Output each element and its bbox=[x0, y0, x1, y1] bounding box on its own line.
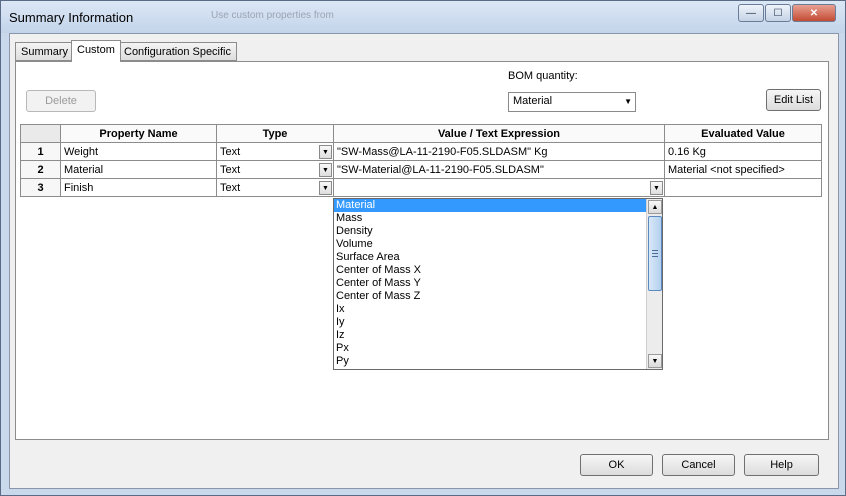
dropdown-option[interactable]: Surface Area bbox=[334, 251, 646, 264]
row-number[interactable]: 2 bbox=[20, 160, 61, 179]
custom-properties-table: Property Name Type Value / Text Expressi… bbox=[20, 124, 822, 197]
evaluated-value-cell: Material <not specified> bbox=[664, 160, 822, 179]
type-cell[interactable]: Text ▼ bbox=[216, 142, 334, 161]
table-header-row: Property Name Type Value / Text Expressi… bbox=[20, 124, 822, 143]
value-cell[interactable]: "SW-Mass@LA-11-2190-F05.SLDASM" Kg bbox=[333, 142, 665, 161]
maximize-button[interactable]: ☐ bbox=[765, 4, 791, 22]
scroll-down-button[interactable]: ▼ bbox=[648, 354, 662, 368]
grip-line bbox=[652, 256, 658, 257]
edit-list-button[interactable]: Edit List bbox=[766, 89, 821, 111]
type-value: Text bbox=[220, 145, 241, 158]
property-name-cell[interactable]: Material bbox=[60, 160, 217, 179]
tab-summary-label: Summary bbox=[21, 46, 69, 58]
type-cell[interactable]: Text ▼ bbox=[216, 160, 334, 179]
evaluated-value-cell: 0.16 Kg bbox=[664, 142, 822, 161]
cancel-button[interactable]: Cancel bbox=[662, 454, 735, 476]
column-header-type[interactable]: Type bbox=[216, 124, 334, 143]
value-cell[interactable]: "SW-Material@LA-11-2190-F05.SLDASM" bbox=[333, 160, 665, 179]
summary-information-window: Summary Information Use custom propertie… bbox=[0, 0, 846, 496]
chevron-down-icon[interactable]: ▼ bbox=[319, 163, 332, 177]
chevron-up-icon: ▲ bbox=[651, 203, 659, 211]
dropdown-option[interactable]: Ix bbox=[334, 303, 646, 316]
dropdown-options: Material Mass Density Volume Surface Area Cen… bbox=[334, 199, 646, 368]
cancel-button-label: Cancel bbox=[681, 459, 716, 471]
close-button[interactable]: ✕ bbox=[792, 4, 836, 22]
tab-custom-label: Custom bbox=[77, 44, 115, 56]
row-number[interactable]: 3 bbox=[20, 178, 61, 197]
type-value: Text bbox=[220, 181, 241, 194]
help-button[interactable]: Help bbox=[744, 454, 819, 476]
type-value: Text bbox=[220, 163, 241, 176]
title-bar[interactable]: Summary Information Use custom propertie… bbox=[1, 1, 845, 33]
minimize-icon: — bbox=[746, 7, 756, 19]
column-header-property-name[interactable]: Property Name bbox=[60, 124, 217, 143]
dropdown-option[interactable]: Center of Mass X bbox=[334, 264, 646, 277]
help-button-label: Help bbox=[770, 459, 793, 471]
dropdown-option[interactable]: Material bbox=[334, 199, 646, 212]
dropdown-option[interactable]: Center of Mass Y bbox=[334, 277, 646, 290]
dropdown-option[interactable]: Px bbox=[334, 342, 646, 355]
column-header-value[interactable]: Value / Text Expression bbox=[333, 124, 665, 143]
grip-line bbox=[652, 253, 658, 254]
property-name-cell[interactable]: Finish bbox=[60, 178, 217, 197]
value-dropdown-list[interactable]: Material Mass Density Volume Surface Area Cen… bbox=[333, 198, 663, 370]
ok-button[interactable]: OK bbox=[580, 454, 653, 476]
dropdown-option[interactable]: Mass bbox=[334, 212, 646, 225]
chevron-down-icon[interactable]: ▼ bbox=[319, 145, 332, 159]
dropdown-option[interactable]: Py bbox=[334, 355, 646, 368]
type-cell[interactable]: Text ▼ bbox=[216, 178, 334, 197]
background-window-caption: Use custom properties from bbox=[211, 10, 334, 21]
grip-line bbox=[652, 250, 658, 251]
value-cell[interactable]: ▼ bbox=[333, 178, 665, 197]
chevron-down-icon[interactable]: ▼ bbox=[319, 181, 332, 195]
ok-button-label: OK bbox=[608, 459, 625, 471]
dropdown-scrollbar[interactable]: ▲ ▼ bbox=[646, 199, 662, 369]
table-row: 2 Material Text ▼ "SW-Material@LA-11-2190… bbox=[20, 160, 822, 179]
chevron-down-icon[interactable]: ▼ bbox=[650, 181, 663, 195]
dropdown-option[interactable]: Density bbox=[334, 225, 646, 238]
table-row: 3 Finish Text ▼ ▼ bbox=[20, 178, 822, 197]
dropdown-option[interactable]: Center of Mass Z bbox=[334, 290, 646, 303]
minimize-button[interactable]: — bbox=[738, 4, 764, 22]
scroll-thumb[interactable] bbox=[648, 216, 662, 291]
property-name-cell[interactable]: Weight bbox=[60, 142, 217, 161]
scroll-up-button[interactable]: ▲ bbox=[648, 200, 662, 214]
column-header-evaluated-value[interactable]: Evaluated Value bbox=[664, 124, 822, 143]
maximize-icon: ☐ bbox=[773, 7, 783, 19]
chevron-down-icon: ▼ bbox=[651, 357, 659, 365]
dialog-body: Summary Custom Configuration Specific De… bbox=[9, 33, 839, 489]
edit-list-button-label: Edit List bbox=[773, 94, 814, 106]
dropdown-option[interactable]: Iz bbox=[334, 329, 646, 342]
bom-quantity-value: Material bbox=[513, 95, 553, 107]
row-number[interactable]: 1 bbox=[20, 142, 61, 161]
dropdown-option[interactable]: Iy bbox=[334, 316, 646, 329]
tab-configuration-specific-label: Configuration Specific bbox=[124, 46, 232, 58]
table-corner[interactable] bbox=[20, 124, 61, 143]
dropdown-option[interactable]: Volume bbox=[334, 238, 646, 251]
delete-button-label: Delete bbox=[45, 95, 77, 107]
chevron-down-icon: ▼ bbox=[624, 97, 632, 106]
evaluated-value-cell bbox=[664, 178, 822, 197]
tab-summary[interactable]: Summary bbox=[15, 42, 75, 61]
tab-configuration-specific[interactable]: Configuration Specific bbox=[118, 42, 238, 61]
window-title: Summary Information bbox=[9, 10, 134, 25]
tab-custom[interactable]: Custom bbox=[71, 40, 121, 62]
table-row: 1 Weight Text ▼ "SW-Mass@LA-11-2190-F05.S… bbox=[20, 142, 822, 161]
bom-quantity-label: BOM quantity: bbox=[508, 70, 578, 82]
delete-button[interactable]: Delete bbox=[26, 90, 96, 112]
bom-quantity-select[interactable]: Material ▼ bbox=[508, 92, 636, 112]
close-icon: ✕ bbox=[809, 7, 819, 19]
custom-properties-panel: Delete BOM quantity: Material ▼ Edit Lis… bbox=[15, 61, 829, 440]
